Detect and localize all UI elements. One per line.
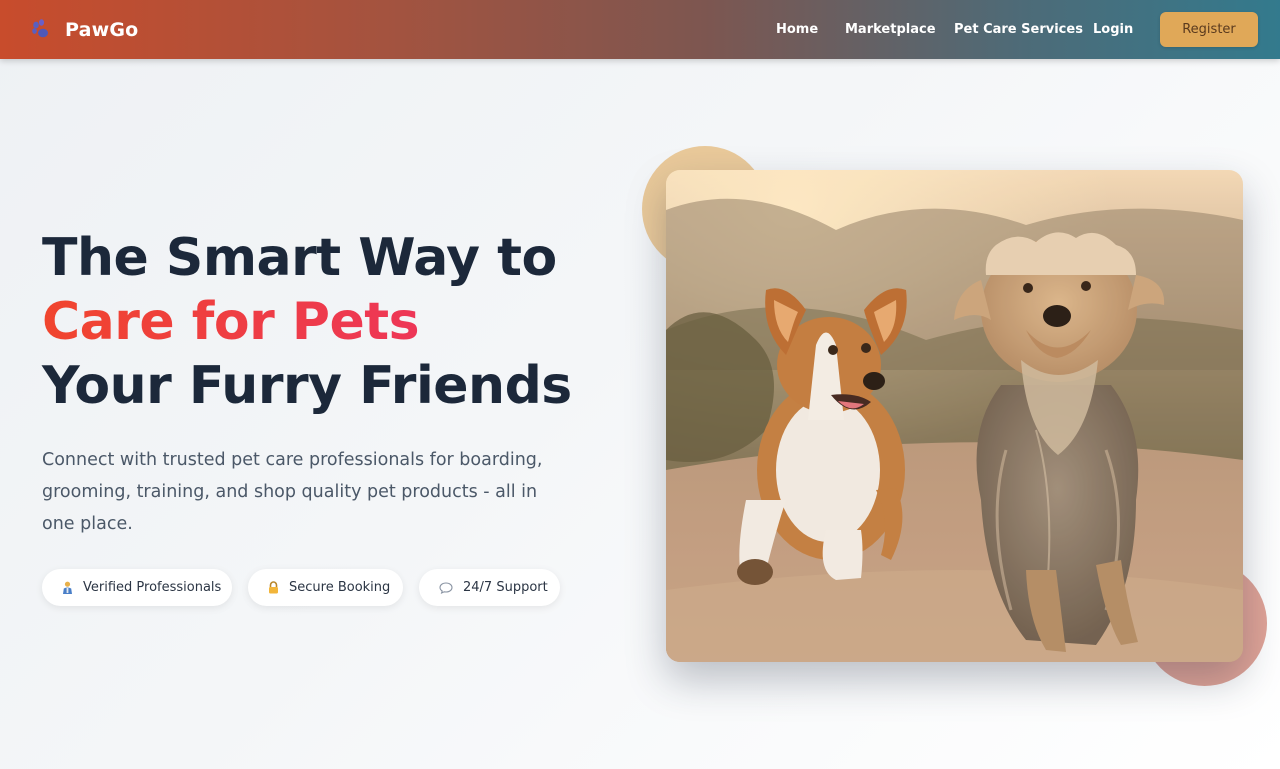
nav-pet-care-services-link[interactable]: Pet Care Services xyxy=(954,20,1083,39)
hero-image-two-dogs xyxy=(666,170,1243,662)
feature-badges: Verified Professionals Secure Booking 24… xyxy=(42,569,602,606)
chat-icon xyxy=(439,581,453,594)
hero-title-line-3: Your Furry Friends xyxy=(42,356,572,416)
badge-verified-professionals: Verified Professionals xyxy=(42,569,232,606)
badge-secure-booking: Secure Booking xyxy=(248,569,403,606)
hero-title: The Smart Way to Care for Pets Your Furr… xyxy=(42,226,602,418)
nav-links: Home Marketplace Pet Care Services Login… xyxy=(0,0,1280,59)
top-navbar: PawGo Home Marketplace Pet Care Services… xyxy=(0,0,1280,59)
lock-icon xyxy=(268,581,279,594)
register-button[interactable]: Register xyxy=(1160,12,1258,47)
hero-title-accent: Care for Pets xyxy=(42,290,602,354)
badge-label: 24/7 Support xyxy=(463,580,548,595)
badge-24-7-support: 24/7 Support xyxy=(419,569,560,606)
nav-marketplace-link[interactable]: Marketplace xyxy=(845,20,936,39)
hero-description: Connect with trusted pet care profession… xyxy=(42,450,543,534)
person-icon xyxy=(62,581,73,595)
badge-label: Verified Professionals xyxy=(83,580,222,595)
nav-home-link[interactable]: Home xyxy=(776,20,818,39)
nav-login-link[interactable]: Login xyxy=(1093,20,1133,39)
badge-label: Secure Booking xyxy=(289,580,391,595)
hero-title-line-1: The Smart Way to xyxy=(42,228,557,288)
